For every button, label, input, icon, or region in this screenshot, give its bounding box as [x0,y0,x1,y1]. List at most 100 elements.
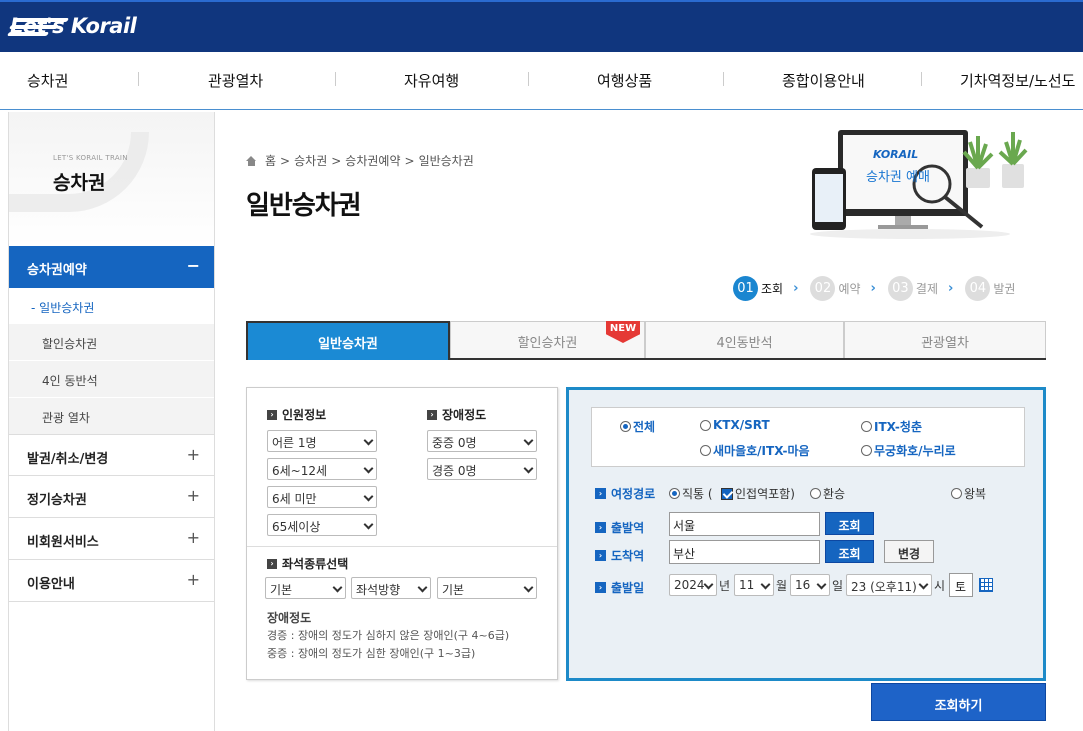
radio-label: 직통 ( [682,487,713,501]
expand-icon[interactable]: + [187,445,200,464]
menu-usage-guide[interactable]: 이용안내 + [9,560,214,602]
route-panel: 전체 KTX/SRT ITX-청춘 새마을호/ITX-마음 무궁화호/누리로 ›… [566,387,1046,681]
day-select[interactable]: 16 [790,574,830,596]
chevron-down-icon [760,579,771,590]
gnb-divider [921,72,922,86]
breadcrumb-home[interactable]: 홈 [265,152,276,169]
adult-select[interactable]: 어른 1명 [267,430,377,452]
sub-item-tour-train[interactable]: 관광 열차 [9,398,214,434]
collapse-icon[interactable]: − [187,256,200,275]
radio-checked-icon [669,488,680,499]
nearby-station-checkbox[interactable]: 인접역포함) [719,485,795,502]
sub-item-label: 일반승차권 [39,301,95,315]
step-number: 01 [733,276,758,301]
arrow-bullet-icon: › [595,550,606,561]
label-text: 출발역 [611,521,645,535]
breadcrumb-current: 일반승차권 [418,154,474,168]
top-header: Let's Korail [0,0,1083,52]
select-value: 어른 1명 [272,436,317,450]
month-select[interactable]: 11 [734,574,774,596]
gnb-free-travel[interactable]: 자유여행 [404,70,459,91]
side-nav-title: 승차권 [53,172,106,194]
side-nav-header: LET'S KORAIL TRAIN 승차권 [9,112,214,246]
train-itx-radio[interactable]: ITX-청춘 [861,418,922,435]
chevron-down-icon [523,435,534,446]
menu-season-ticket[interactable]: 정기승차권 + [9,476,214,518]
disability-heading: › 장애정도 [427,406,486,423]
departure-input[interactable]: 서울 [669,512,820,536]
hour-select[interactable]: 23 (오후11) [846,574,932,596]
menu-issue-cancel[interactable]: 발권/취소/변경 + [9,434,214,476]
tab-tour-train[interactable]: 관광열차 [844,321,1046,358]
chevron-down-icon [363,435,374,446]
train-ktx-radio[interactable]: KTX/SRT [700,418,770,432]
breadcrumb-reservation[interactable]: 승차권예약 [345,152,400,169]
home-icon[interactable] [246,155,257,166]
tab-general-ticket[interactable]: 일반승차권 [246,321,450,360]
arrival-search-button[interactable]: 조회 [825,540,874,563]
menu-guest-service[interactable]: 비회원서비스 + [9,518,214,560]
swap-stations-button[interactable]: 변경 [884,540,934,563]
menu-label: 발권/취소/변경 [27,452,109,467]
chevron-down-icon [417,582,428,593]
train-saemaeul-radio[interactable]: 새마을호/ITX-마음 [700,442,810,459]
month-unit: 월 [776,579,788,593]
arrival-input[interactable]: 부산 [669,540,820,564]
calendar-icon[interactable] [979,578,993,592]
menu-label: 이용안내 [27,577,75,592]
day-unit: 일 [832,579,844,593]
breadcrumb-separator: > [404,153,415,168]
step-label: 결제 [915,282,938,296]
infant-select[interactable]: 6세 미만 [267,486,377,508]
sub-item-general-ticket[interactable]: - 일반승차권 [9,288,214,324]
year-select[interactable]: 2024 [669,574,717,596]
tab-four-seat[interactable]: 4인동반석 [645,321,844,358]
menu-ticket-reservation[interactable]: 승차권예약 − [9,246,214,288]
departure-search-button[interactable]: 조회 [825,512,874,535]
progress-steps: 01 조회 › 02 예약 › 03 결제 › 04 발권 [733,276,1027,301]
label-text: 출발일 [611,581,645,595]
gnb-travel-products[interactable]: 여행상품 [597,70,652,91]
breadcrumb-ticket[interactable]: 승차권 [294,152,327,169]
seat-type-select[interactable]: 기본 [265,577,346,599]
mild-disability-select[interactable]: 경증 0명 [427,458,537,480]
heading-label: 인원정보 [282,408,327,422]
gnb-divider [723,72,724,86]
sub-item-four-seat[interactable]: 4인 동반석 [9,361,214,397]
radio-label: 무궁화호/누리로 [874,444,956,458]
train-mugunghwa-radio[interactable]: 무궁화호/누리로 [861,442,956,459]
expand-icon[interactable]: + [187,486,200,505]
chevron-down-icon [816,579,827,590]
select-value: 중증 0명 [432,436,477,450]
chevron-down-icon [332,582,343,593]
side-nav-subtitle: LET'S KORAIL TRAIN [53,154,128,162]
gnb-ticket[interactable]: 승차권 [27,70,68,91]
seat-option-select[interactable]: 기본 [437,577,537,599]
train-all-radio[interactable]: 전체 [620,418,655,435]
step-number: 02 [810,276,836,301]
expand-icon[interactable]: + [187,570,200,589]
route-transfer-radio[interactable]: 환승 [810,485,845,502]
route-round-radio[interactable]: 왕복 [951,485,986,502]
step-label: 예약 [838,282,861,296]
checkbox-checked-icon [721,487,733,500]
korail-logo[interactable]: Let's Korail [6,14,137,38]
hero-illustration: KORAIL 승차권 예매 [800,122,1040,240]
gnb-station-info[interactable]: 기차역정보/노선도 [960,70,1075,91]
child-select[interactable]: 6세~12세 [267,458,377,480]
gnb-guide[interactable]: 종합이용안내 [782,70,865,91]
chevron-down-icon [703,579,714,590]
gnb-divider [528,72,529,86]
passenger-heading: › 인원정보 [267,406,326,423]
date-label: › 출발일 [595,579,644,596]
seat-direction-select[interactable]: 좌석방향 [351,577,431,599]
note-severe: 중증 : 장애의 정도가 심한 장애인(구 1~3급) [267,647,476,660]
expand-icon[interactable]: + [187,528,200,547]
search-button[interactable]: 조회하기 [871,683,1046,721]
severe-disability-select[interactable]: 중증 0명 [427,430,537,452]
senior-select[interactable]: 65세이상 [267,514,377,536]
sub-item-discount-ticket[interactable]: 할인승차권 [9,324,214,360]
radio-icon [861,421,872,432]
gnb-tour-train[interactable]: 관광열차 [208,70,263,91]
route-direct-radio[interactable]: 직통 ( [669,485,713,502]
